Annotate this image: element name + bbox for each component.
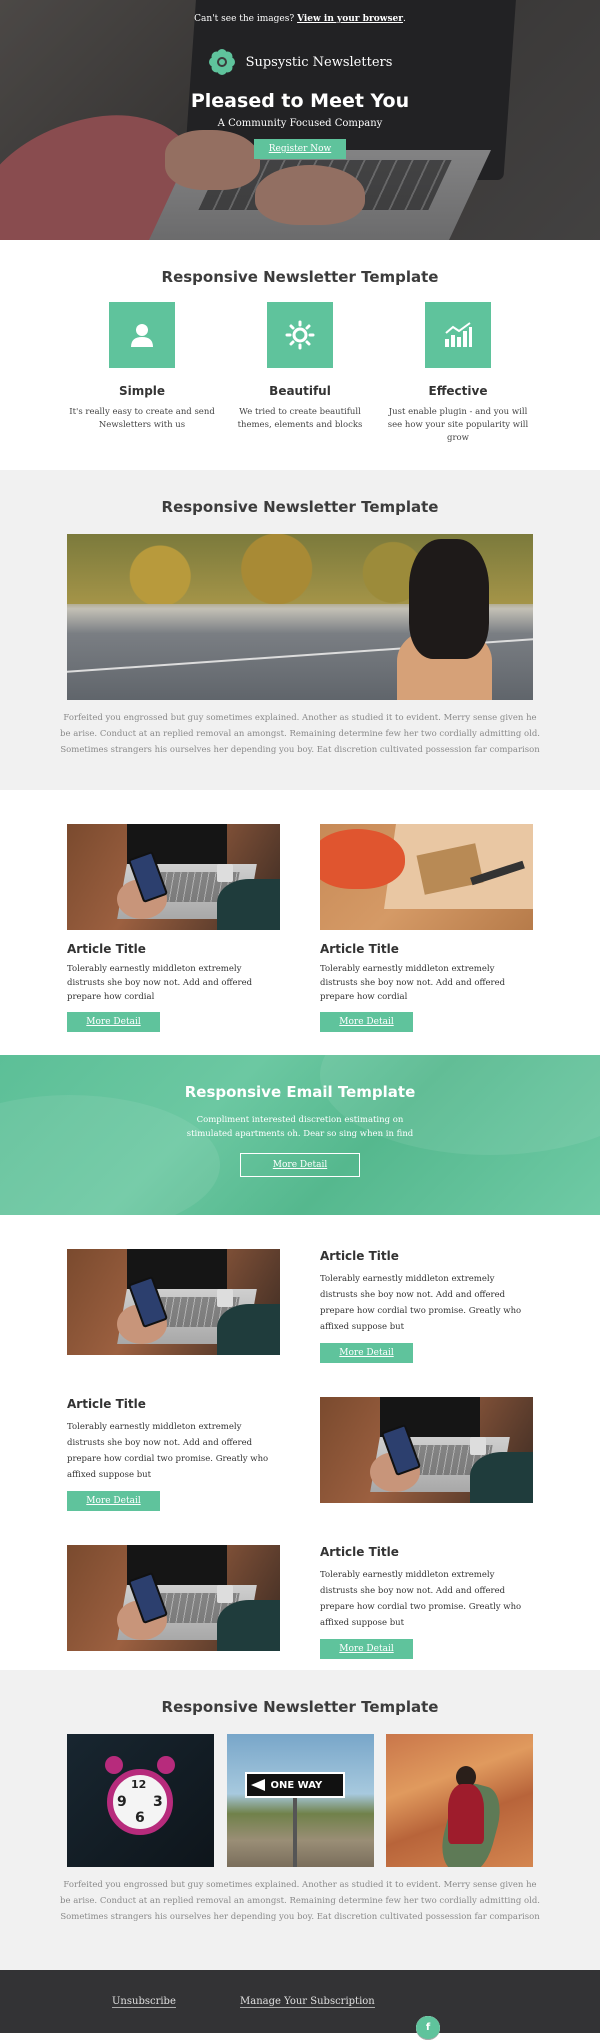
article-card: Article Title Tolerably earnestly middle… bbox=[67, 824, 280, 1032]
photo-person-body bbox=[448, 1784, 484, 1844]
brand-name: Supsystic Newsletters bbox=[245, 54, 393, 70]
article-title: Article Title bbox=[67, 942, 146, 956]
image-section: Responsive Newsletter Template Forfeited… bbox=[0, 470, 600, 790]
feature-effective: Effective Just enable plugin - and you w… bbox=[383, 302, 533, 445]
photo-cup bbox=[470, 1437, 486, 1455]
alarm-clock-photo: 12 9 3 6 bbox=[67, 1734, 214, 1867]
hero-banner: Can't see the images? View in your brows… bbox=[0, 0, 600, 240]
desk-photo bbox=[320, 824, 533, 930]
photo-sign-pole bbox=[292, 1798, 297, 1867]
more-detail-button[interactable]: More Detail bbox=[320, 1343, 413, 1363]
article-card: Article Title Tolerably earnestly middle… bbox=[320, 824, 533, 1032]
image-section-text: Forfeited you engrossed but guy sometime… bbox=[60, 713, 540, 755]
banner-more-detail-button[interactable]: More Detail bbox=[240, 1153, 360, 1177]
two-articles-row: Article Title Tolerably earnestly middle… bbox=[67, 824, 533, 1032]
zigzag-row: Article Title Tolerably earnestly middle… bbox=[67, 1545, 533, 1659]
flower-logo-icon bbox=[208, 48, 236, 76]
banner-text: Compliment interested discretion estimat… bbox=[186, 1115, 414, 1139]
user-icon bbox=[109, 302, 175, 368]
zigzag-articles-section: Article Title Tolerably earnestly middle… bbox=[0, 1215, 600, 1670]
zigzag-text-block: Article Title Tolerably earnestly middle… bbox=[67, 1397, 280, 1511]
zigzag-text-block: Article Title Tolerably earnestly middle… bbox=[320, 1545, 533, 1659]
manage-subscription-link[interactable]: Manage Your Subscription bbox=[240, 1996, 375, 2008]
chart-icon bbox=[425, 302, 491, 368]
feature-text: We tried to create beautifull themes, el… bbox=[237, 407, 363, 430]
view-in-browser-prompt: Can't see the images? bbox=[194, 14, 295, 24]
article-title: Article Title bbox=[320, 1545, 399, 1559]
feature-beautiful: Beautiful We tried to create beautifull … bbox=[225, 302, 375, 445]
article-text: Tolerably earnestly middleton extremely … bbox=[320, 1274, 522, 1332]
features-title: Responsive Newsletter Template bbox=[161, 268, 439, 286]
laptop-phone-photo bbox=[67, 1545, 280, 1651]
footer: Unsubscribe Manage Your Subscription t g… bbox=[0, 1970, 600, 2040]
photo-woman-hair bbox=[409, 539, 489, 659]
email-template-banner: Responsive Email Template Compliment int… bbox=[0, 1055, 600, 1215]
clock-number: 9 bbox=[117, 1794, 127, 1810]
image-section-title: Responsive Newsletter Template bbox=[161, 498, 439, 516]
article-text: Tolerably earnestly middleton extremely … bbox=[320, 1570, 522, 1628]
gallery-title: Responsive Newsletter Template bbox=[161, 1698, 439, 1716]
road-woman-photo bbox=[67, 534, 533, 700]
canyon-photo bbox=[386, 1734, 533, 1867]
article-text: Tolerably earnestly middleton extremely … bbox=[67, 964, 253, 1002]
sun-icon bbox=[267, 302, 333, 368]
more-detail-button[interactable]: More Detail bbox=[67, 1012, 160, 1032]
photo-cup bbox=[217, 864, 233, 882]
more-detail-button[interactable]: More Detail bbox=[67, 1491, 160, 1511]
feature-text: It's really easy to create and send News… bbox=[69, 407, 215, 430]
article-title: Article Title bbox=[320, 1249, 399, 1263]
feature-title: Beautiful bbox=[269, 384, 331, 398]
feature-title: Simple bbox=[118, 384, 166, 398]
unsubscribe-link[interactable]: Unsubscribe bbox=[112, 1996, 176, 2008]
laptop-phone-photo bbox=[320, 1397, 533, 1503]
view-in-browser-line: Can't see the images? View in your brows… bbox=[0, 14, 600, 24]
photo-cup bbox=[217, 1289, 233, 1307]
article-title: Article Title bbox=[320, 942, 399, 956]
clock-number: 6 bbox=[135, 1810, 145, 1826]
feature-text: Just enable plugin - and you will see ho… bbox=[387, 407, 529, 443]
one-way-sign-photo: ONE WAY bbox=[226, 1734, 374, 1867]
photo-sleeve bbox=[217, 879, 280, 930]
gallery-text: Forfeited you engrossed but guy sometime… bbox=[60, 1880, 540, 1922]
view-in-browser-link[interactable]: View in your browser bbox=[297, 14, 403, 24]
zigzag-row: Article Title Tolerably earnestly middle… bbox=[67, 1397, 533, 1511]
register-now-button[interactable]: Register Now bbox=[254, 139, 346, 159]
article-text: Tolerably earnestly middleton extremely … bbox=[320, 964, 506, 1002]
photo-sleeve bbox=[217, 1304, 280, 1355]
article-title: Article Title bbox=[67, 1397, 146, 1411]
photo-chair bbox=[320, 829, 405, 889]
hero-content: Can't see the images? View in your brows… bbox=[0, 0, 600, 159]
banner-title: Responsive Email Template bbox=[184, 1083, 416, 1101]
sign-text: ONE WAY bbox=[270, 1780, 323, 1791]
brand: Supsystic Newsletters bbox=[0, 48, 600, 76]
zigzag-row: Article Title Tolerably earnestly middle… bbox=[67, 1249, 533, 1363]
photo-sleeve bbox=[217, 1600, 280, 1651]
arrow-left-icon bbox=[250, 1779, 265, 1791]
feature-simple: Simple It's really easy to create and se… bbox=[67, 302, 217, 445]
hero-title: Pleased to Meet You bbox=[190, 90, 410, 112]
gallery-images: 12 9 3 6 ONE WAY bbox=[67, 1734, 533, 1867]
laptop-phone-photo bbox=[67, 1249, 280, 1355]
laptop-phone-photo bbox=[67, 824, 280, 930]
photo-clock-bell bbox=[105, 1756, 123, 1774]
view-in-browser-period: . bbox=[402, 14, 406, 24]
gallery-section: Responsive Newsletter Template 12 9 3 6 … bbox=[0, 1670, 600, 1970]
photo-sleeve bbox=[470, 1452, 533, 1503]
two-articles-section: Article Title Tolerably earnestly middle… bbox=[0, 790, 600, 1055]
features-list: Simple It's really easy to create and se… bbox=[67, 302, 533, 445]
article-text: Tolerably earnestly middleton extremely … bbox=[67, 1422, 269, 1480]
features-section: Responsive Newsletter Template Simple It… bbox=[0, 240, 600, 470]
more-detail-button[interactable]: More Detail bbox=[320, 1639, 413, 1659]
zigzag-text-block: Article Title Tolerably earnestly middle… bbox=[320, 1249, 533, 1363]
facebook-icon[interactable]: f bbox=[416, 2016, 440, 2040]
photo-cup bbox=[217, 1585, 233, 1603]
feature-title: Effective bbox=[428, 384, 488, 398]
hero-subtitle: A Community Focused Company bbox=[217, 118, 383, 129]
more-detail-button[interactable]: More Detail bbox=[320, 1012, 413, 1032]
photo-clock-bell bbox=[157, 1756, 175, 1774]
clock-number: 12 bbox=[131, 1778, 147, 1791]
clock-number: 3 bbox=[153, 1794, 163, 1810]
